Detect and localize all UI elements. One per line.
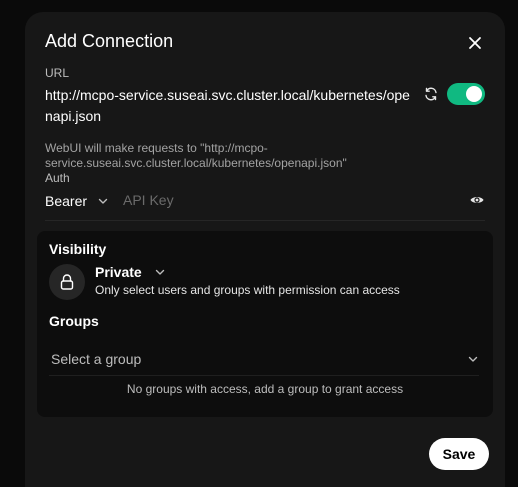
close-icon: [469, 37, 481, 49]
group-select[interactable]: Select a group: [49, 347, 479, 376]
visibility-description: Only select users and groups with permis…: [95, 283, 400, 297]
refresh-icon: [425, 87, 437, 101]
auth-label: Auth: [45, 171, 70, 185]
chevron-down-icon: [98, 198, 108, 204]
url-hint: WebUI will make requests to "http://mcpo…: [45, 141, 347, 170]
auth-type-value: Bearer: [45, 193, 88, 209]
dialog-title: Add Connection: [45, 31, 174, 51]
visibility-value: Private: [95, 264, 142, 280]
chevron-down-icon: [155, 269, 164, 275]
visibility-title: Visibility: [49, 241, 107, 257]
chevron-down-icon: [468, 356, 478, 362]
eye-icon: [470, 197, 484, 203]
save-button[interactable]: Save: [429, 438, 489, 470]
group-select-placeholder: Select a group: [51, 351, 142, 367]
api-key-input[interactable]: [123, 190, 453, 210]
auth-row: Bearer: [45, 190, 485, 214]
lock-badge: [49, 264, 85, 300]
close-button[interactable]: [466, 34, 484, 52]
toggle-key-visibility-button[interactable]: [469, 192, 485, 208]
url-label: URL: [45, 66, 70, 80]
add-connection-dialog: Add Connection URL http://mcpo-service.s…: [25, 12, 505, 487]
auth-type-select[interactable]: Bearer: [45, 190, 109, 212]
visibility-select[interactable]: Private: [95, 264, 166, 280]
groups-title: Groups: [49, 313, 99, 329]
lock-icon: [60, 274, 74, 290]
url-input[interactable]: http://mcpo-service.suseai.svc.cluster.l…: [45, 85, 415, 127]
groups-empty-message: No groups with access, add a group to gr…: [126, 382, 404, 396]
toggle-knob: [466, 86, 482, 102]
connection-enabled-toggle[interactable]: [447, 83, 485, 105]
refresh-button[interactable]: [423, 86, 439, 102]
divider: [45, 220, 485, 221]
visibility-panel: Visibility Private Only select users and…: [37, 231, 493, 417]
